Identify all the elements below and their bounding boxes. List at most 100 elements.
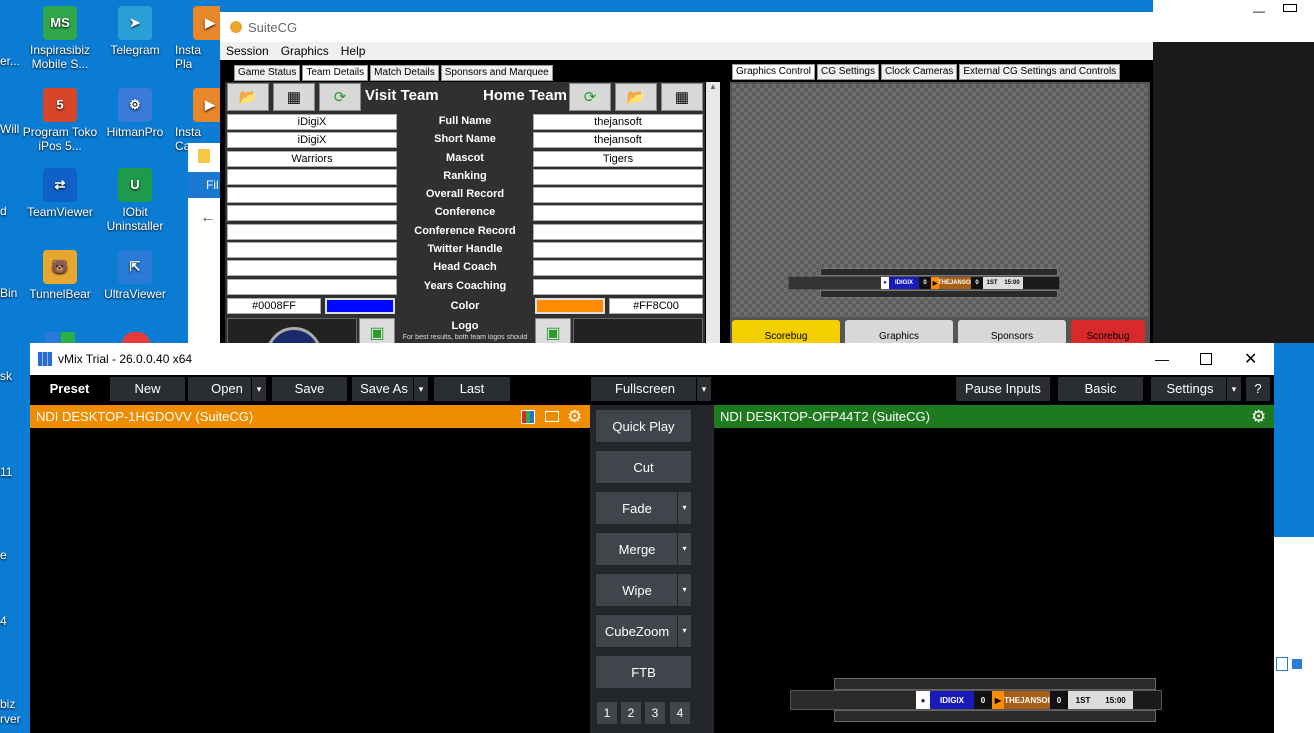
transition-1-button[interactable]: 1 [597, 702, 617, 724]
pause-inputs-button[interactable]: Pause Inputs [956, 377, 1050, 401]
overlay-icon[interactable] [545, 411, 559, 422]
preset-button[interactable]: Preset [32, 377, 107, 401]
view-tiles-icon[interactable] [1292, 659, 1302, 669]
refresh-icon: ⟳ [583, 89, 597, 106]
close-icon[interactable]: ✕ [1244, 349, 1257, 369]
dropdown-icon[interactable]: ▾ [677, 533, 691, 565]
desktop-icon-telegram[interactable]: ➤ Telegram [95, 6, 175, 57]
ipos-icon: 5 [43, 88, 77, 122]
home-refresh-button[interactable]: ⟳ [569, 83, 611, 111]
home-color-hex-field[interactable]: #FF8C00 [609, 298, 703, 314]
visit-table-button[interactable]: ▦ [273, 83, 315, 111]
help-button[interactable]: ? [1246, 377, 1270, 401]
tab-game-status[interactable]: Game Status [234, 65, 301, 81]
desktop-icon-ipos[interactable]: 5 Program Toko iPos 5... [20, 88, 100, 153]
scroll-up-icon[interactable]: ▲ [706, 82, 720, 91]
tab-external-cg-settings[interactable]: External CG Settings and Controls [959, 64, 1121, 80]
open-button[interactable]: Open ▾ [188, 377, 266, 401]
dropdown-icon[interactable]: ▾ [1226, 377, 1241, 401]
menu-help[interactable]: Help [335, 42, 372, 60]
home-ranking-field[interactable] [533, 169, 703, 185]
home-head-coach-field[interactable] [533, 260, 703, 276]
settings-button[interactable]: Settings ▾ [1151, 377, 1241, 401]
visit-color-hex-field[interactable]: #0008FF [227, 298, 321, 314]
desktop-icon-insta-play[interactable]: ▶ Insta Pla [165, 6, 220, 71]
tab-graphics-control[interactable]: Graphics Control [732, 64, 816, 80]
tab-sponsors-marquee[interactable]: Sponsors and Marquee [440, 65, 553, 81]
home-twitter-handle-field[interactable] [533, 242, 703, 258]
visit-color-swatch[interactable] [325, 298, 395, 314]
dropdown-icon[interactable]: ▾ [413, 377, 428, 401]
cubezoom-button[interactable]: CubeZoom ▾ [595, 614, 692, 648]
team-panel-scrollbar[interactable]: ▲ [706, 82, 720, 347]
transition-4-button[interactable]: 4 [670, 702, 690, 724]
suitecg-body: Game Status Team Details Match Details S… [220, 60, 1153, 350]
visit-years-coaching-field[interactable] [227, 279, 397, 295]
dropdown-icon[interactable]: ▾ [677, 492, 691, 524]
maximize-icon[interactable] [1283, 4, 1297, 12]
gear-icon[interactable]: ⚙ [1251, 405, 1266, 428]
visit-conference-record-field[interactable] [227, 224, 397, 240]
minimize-icon[interactable]: — [1155, 351, 1169, 367]
desktop-icon-tunnelbear[interactable]: 🐻 TunnelBear [20, 250, 100, 301]
dropdown-icon[interactable]: ▾ [677, 615, 691, 647]
visit-head-coach-field[interactable] [227, 260, 397, 276]
dropdown-icon[interactable]: ▾ [677, 574, 691, 606]
gear-icon[interactable]: ⚙ [567, 405, 582, 428]
transition-2-button[interactable]: 2 [621, 702, 641, 724]
row-label: Years Coaching [423, 280, 507, 292]
desktop-icon-teamviewer[interactable]: ⇄ TeamViewer [20, 168, 100, 219]
visit-open-button[interactable]: 📂 [227, 83, 269, 111]
visit-overall-record-field[interactable] [227, 187, 397, 203]
new-button[interactable]: New [110, 377, 185, 401]
home-overall-record-field[interactable] [533, 187, 703, 203]
visit-twitter-handle-field[interactable] [227, 242, 397, 258]
basic-button[interactable]: Basic [1058, 377, 1143, 401]
home-conference-field[interactable] [533, 205, 703, 221]
minimize-icon[interactable]: — [1253, 4, 1265, 18]
last-button[interactable]: Last [434, 377, 510, 401]
desktop-icon-inspirasibiz[interactable]: MS Inspirasibiz Mobile S... [20, 6, 100, 71]
fade-button[interactable]: Fade ▾ [595, 491, 692, 525]
visit-mascot-field[interactable]: Warriors [227, 151, 397, 167]
tab-clock-cameras[interactable]: Clock Cameras [880, 64, 958, 80]
save-button[interactable]: Save [272, 377, 347, 401]
inspirasibiz-icon: MS [43, 6, 77, 40]
desktop-icon-hitmanpro[interactable]: ⚙ HitmanPro [95, 88, 175, 139]
view-details-icon[interactable] [1276, 657, 1288, 671]
home-table-button[interactable]: ▦ [661, 83, 703, 111]
wipe-button[interactable]: Wipe ▾ [595, 573, 692, 607]
visit-conference-field[interactable] [227, 205, 397, 221]
visit-short-name-field[interactable]: iDigiX [227, 132, 397, 148]
visit-refresh-button[interactable]: ⟳ [319, 83, 361, 111]
home-mascot-field[interactable]: Tigers [533, 151, 703, 167]
fullscreen-button[interactable]: Fullscreen ▾ [591, 377, 711, 401]
quick-play-button[interactable]: Quick Play [595, 409, 692, 443]
tab-team-details[interactable]: Team Details [302, 65, 369, 81]
tab-match-details[interactable]: Match Details [370, 65, 439, 81]
cut-button[interactable]: Cut [595, 450, 692, 484]
tab-cg-settings[interactable]: CG Settings [817, 64, 879, 80]
transition-3-button[interactable]: 3 [645, 702, 665, 724]
home-conference-record-field[interactable] [533, 224, 703, 240]
home-years-coaching-field[interactable] [533, 279, 703, 295]
visit-ranking-field[interactable] [227, 169, 397, 185]
dropdown-icon[interactable]: ▾ [696, 377, 711, 401]
home-color-swatch[interactable] [535, 298, 605, 314]
color-correction-icon[interactable] [521, 410, 535, 424]
wipe-label: Wipe [622, 583, 652, 598]
merge-button[interactable]: Merge ▾ [595, 532, 692, 566]
dropdown-icon[interactable]: ▾ [251, 377, 266, 401]
ftb-button[interactable]: FTB [595, 655, 692, 689]
desktop-icon-iobit[interactable]: U IObit Uninstaller [95, 168, 175, 233]
desktop-icon-ultraviewer[interactable]: ⇱ UltraViewer [95, 250, 175, 301]
menu-graphics[interactable]: Graphics [275, 42, 335, 60]
save-as-button[interactable]: Save As ▾ [352, 377, 428, 401]
maximize-icon[interactable] [1200, 353, 1212, 365]
menu-session[interactable]: Session [220, 42, 275, 60]
home-full-name-field[interactable]: thejansoft [533, 114, 703, 130]
back-arrow-icon[interactable]: ← [200, 209, 216, 227]
visit-full-name-field[interactable]: iDigiX [227, 114, 397, 130]
home-short-name-field[interactable]: thejansoft [533, 132, 703, 148]
home-open-button[interactable]: 📂 [615, 83, 657, 111]
